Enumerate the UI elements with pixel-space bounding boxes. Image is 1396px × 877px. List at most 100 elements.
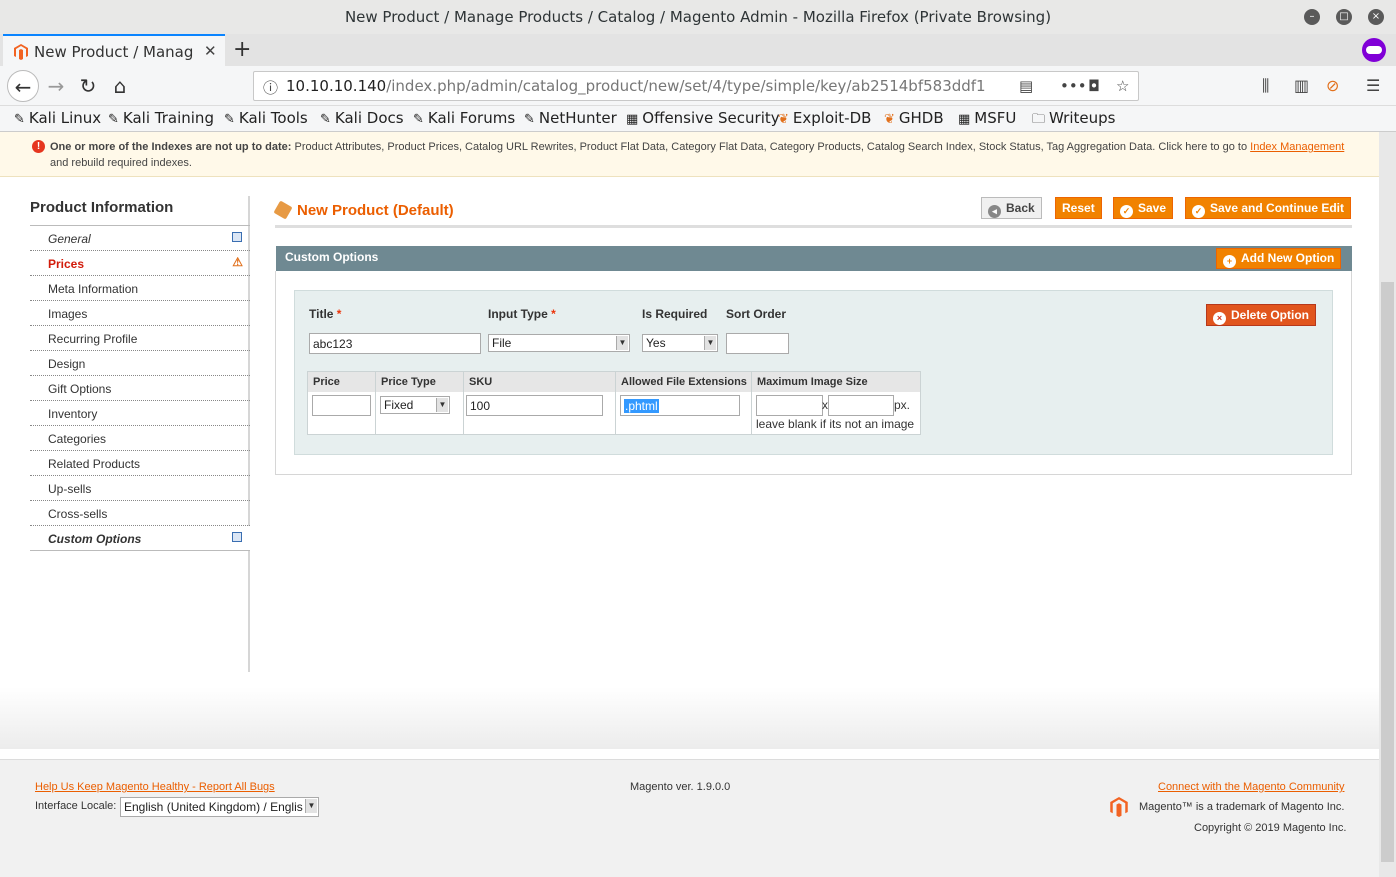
bookmark-offensive-security[interactable]: ▦ Offensive Security [626, 109, 780, 127]
kali-icon: ✎ [413, 112, 424, 127]
bookmark-kali-linux[interactable]: ✎ Kali Linux [14, 109, 101, 127]
folder-icon: 🗀 [1032, 112, 1046, 127]
pocket-icon[interactable]: ◘ [1088, 77, 1100, 95]
tab-close-icon[interactable]: ✕ [204, 42, 217, 60]
sidebar-title: Product Information [30, 199, 174, 216]
sort-order-input[interactable] [726, 333, 789, 354]
sidebar-item-general[interactable]: General [30, 226, 250, 251]
save-button[interactable]: ✓ Save [1113, 197, 1174, 219]
sidebar-tabs: General Prices ⚠ Meta Information Images … [30, 225, 250, 551]
menu-icon[interactable]: ☰ [1366, 76, 1380, 95]
bookmark-writeups[interactable]: 🗀 Writeups [1032, 109, 1115, 132]
sku-input[interactable]: 100 [466, 395, 603, 416]
chevron-down-icon: ▼ [616, 336, 628, 350]
url-bar[interactable]: ⓘ 10.10.10.140/index.php/admin/catalog_p… [253, 71, 1139, 101]
maximize-icon[interactable]: □ [1336, 9, 1352, 25]
sidebar-item-cross-sells[interactable]: Cross-sells [30, 501, 250, 526]
input-type-label: Input Type * [488, 307, 556, 321]
kali-icon: ✎ [524, 112, 535, 127]
close-window-icon[interactable]: × [1368, 9, 1384, 25]
reload-icon[interactable]: ↻ [72, 70, 104, 102]
copyright-text: Copyright © 2019 Magento Inc. [1194, 822, 1347, 834]
sidebar-icon[interactable]: ▥ [1294, 76, 1309, 95]
price-type-select[interactable]: Fixed ▼ [380, 396, 450, 414]
kali-icon: ✎ [224, 112, 235, 127]
chevron-down-icon: ▼ [436, 398, 448, 412]
sidebar-item-inventory[interactable]: Inventory [30, 401, 250, 426]
back-arrow-icon[interactable]: ← [7, 70, 39, 102]
check-icon: ✓ [1192, 205, 1205, 218]
bookmark-kali-forums[interactable]: ✎ Kali Forums [413, 109, 515, 127]
image-height-input[interactable] [828, 395, 894, 416]
sidebar-item-gift-options[interactable]: Gift Options [30, 376, 250, 401]
bookmark-exploit-db[interactable]: ❦ Exploit-DB [778, 109, 871, 127]
home-icon[interactable]: ⌂ [104, 70, 136, 102]
locale-select[interactable]: English (United Kingdom) / Englis ▼ [120, 797, 319, 817]
sidebar-item-custom-options[interactable]: Custom Options [30, 526, 250, 551]
notice-text: Product Attributes, Product Prices, Cata… [294, 141, 1248, 153]
page-actions-icon[interactable]: ••• [1060, 77, 1087, 95]
warning-icon: ⚠ [232, 255, 243, 269]
minimize-icon[interactable]: – [1304, 9, 1320, 25]
file-extensions-input[interactable]: .phtml [620, 395, 740, 416]
is-required-select[interactable]: Yes ▼ [642, 334, 718, 352]
library-icon[interactable]: ⫼ [1262, 76, 1269, 96]
info-icon[interactable]: ⓘ [263, 77, 278, 98]
forward-arrow-icon[interactable]: → [40, 70, 72, 102]
scrollbar-thumb[interactable] [1381, 282, 1394, 862]
sidebar-item-up-sells[interactable]: Up-sells [30, 476, 250, 501]
report-bugs-link[interactable]: Help Us Keep Magento Healthy - Report Al… [35, 781, 275, 793]
price-input[interactable] [312, 395, 371, 416]
sidebar-item-prices[interactable]: Prices ⚠ [30, 251, 250, 276]
sidebar-item-recurring-profile[interactable]: Recurring Profile [30, 326, 250, 351]
notice-bold: One or more of the Indexes are not up to… [50, 141, 292, 153]
new-tab-icon[interactable]: + [233, 37, 251, 62]
add-new-option-button[interactable]: + Add New Option [1216, 248, 1342, 269]
sidebar-item-images[interactable]: Images [30, 301, 250, 326]
sidebar-item-design[interactable]: Design [30, 351, 250, 376]
url-text[interactable]: 10.10.10.140/index.php/admin/catalog_pro… [286, 77, 986, 95]
bookmark-ghdb[interactable]: ❦ GHDB [884, 109, 944, 127]
price-header: Price [308, 372, 376, 392]
reset-button[interactable]: Reset [1055, 197, 1102, 219]
reader-view-icon[interactable]: ▤ [1019, 77, 1033, 95]
title-label: Title * [309, 307, 342, 321]
sidebar-item-meta-information[interactable]: Meta Information [30, 276, 250, 301]
sidebar-item-categories[interactable]: Categories [30, 426, 250, 451]
index-notice: ! One or more of the Indexes are not up … [0, 132, 1379, 177]
bookmark-kali-docs[interactable]: ✎ Kali Docs [320, 109, 404, 127]
page-content: ! One or more of the Indexes are not up … [0, 132, 1379, 877]
changed-icon [232, 532, 242, 542]
image-size-hint: leave blank if its not an image [756, 417, 915, 431]
error-icon: ! [32, 140, 45, 153]
save-continue-button[interactable]: ✓ Save and Continue Edit [1185, 197, 1352, 219]
delete-option-button[interactable]: × Delete Option [1206, 304, 1317, 326]
bookmark-nethunter[interactable]: ✎ NetHunter [524, 109, 617, 127]
bookmark-kali-tools[interactable]: ✎ Kali Tools [224, 109, 308, 127]
community-link[interactable]: Connect with the Magento Community [1158, 781, 1344, 793]
input-type-select[interactable]: File ▼ [488, 334, 630, 352]
index-management-link[interactable]: Index Management [1250, 141, 1344, 153]
browser-tab[interactable]: New Product / Manage Pr ✕ [3, 34, 225, 66]
bookmark-star-icon[interactable]: ☆ [1116, 77, 1129, 95]
bookmark-kali-training[interactable]: ✎ Kali Training [108, 109, 214, 127]
changed-icon [232, 232, 242, 242]
title-input[interactable]: abc123 [309, 333, 481, 354]
ghdb-icon: ❦ [884, 112, 895, 127]
px-unit: px. [894, 398, 911, 412]
page-scrollbar[interactable] [1379, 132, 1396, 877]
private-browsing-icon [1362, 38, 1386, 62]
bookmark-msfu[interactable]: ▦ MSFU [958, 109, 1016, 127]
footer: Help Us Keep Magento Healthy - Report Al… [0, 759, 1379, 877]
tab-bar: New Product / Manage Pr ✕ + [0, 34, 1396, 66]
extension-icon[interactable]: ⊘ [1326, 76, 1339, 95]
kali-icon: ✎ [108, 112, 119, 127]
sidebar-item-related-products[interactable]: Related Products [30, 451, 250, 476]
image-width-input[interactable] [756, 395, 823, 416]
trademark-text: Magento™ is a trademark of Magento Inc. [1139, 801, 1345, 813]
magento-logo-icon [1110, 797, 1128, 817]
custom-options-title: Custom Options [285, 250, 379, 264]
notice-tail: and rebuild required indexes. [50, 157, 192, 169]
custom-options-header: Custom Options [276, 246, 1352, 271]
back-button[interactable]: ◂ Back [981, 197, 1042, 219]
